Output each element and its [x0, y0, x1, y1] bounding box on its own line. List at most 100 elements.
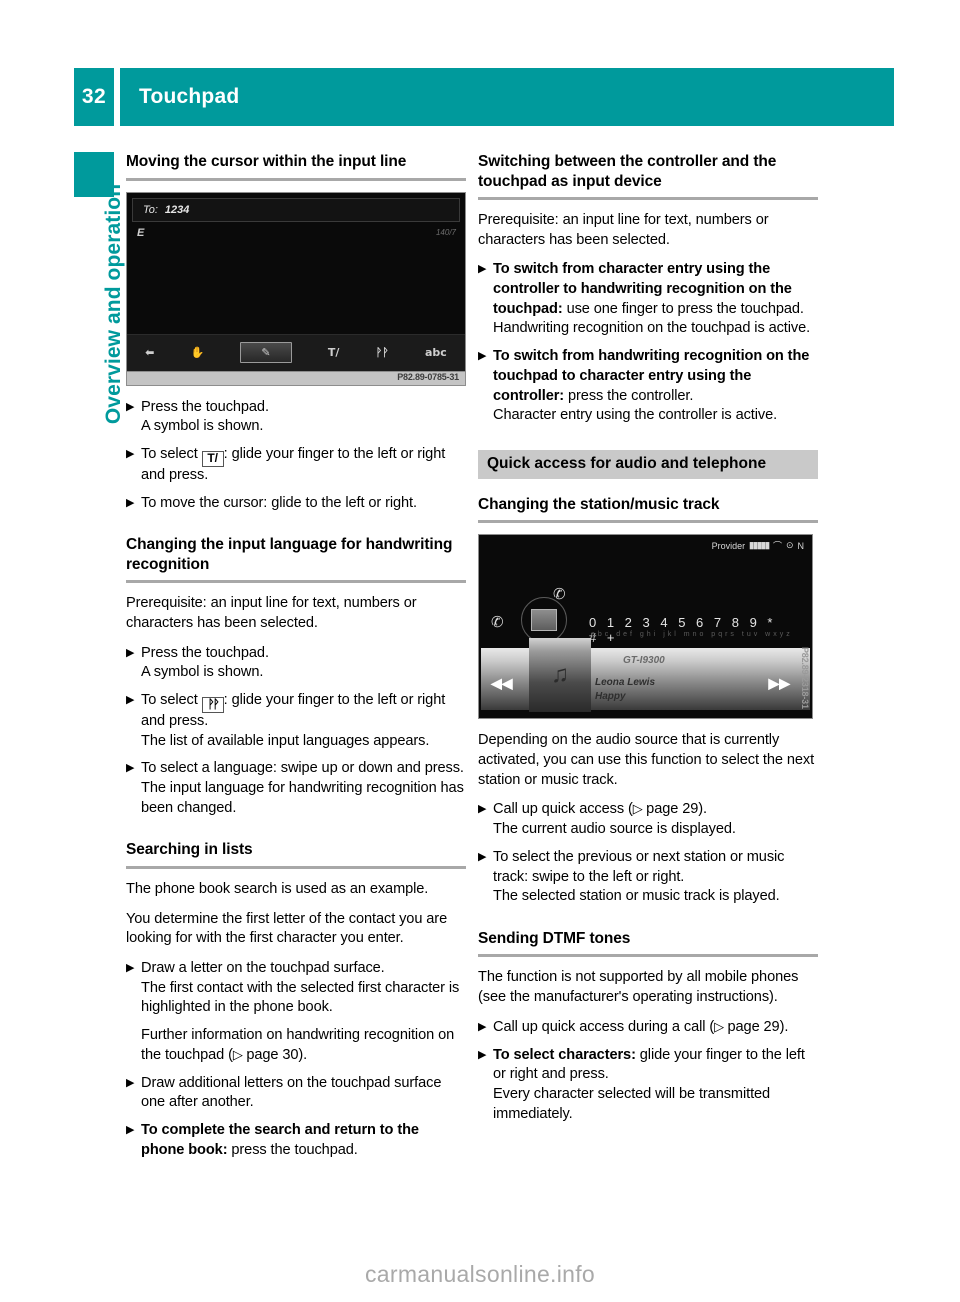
step-main: To select the previous or next station o… [493, 848, 785, 885]
step-bullet-icon: ▶ [126, 400, 135, 413]
figure-code: P82.89-0785-31 [397, 371, 459, 382]
page-ref-link[interactable]: page 29 [728, 1019, 780, 1035]
handwriting-language-icon: ᚹᚹ [375, 346, 389, 360]
mute-icon: ⊙ [785, 540, 794, 551]
step-bullet-icon: ▶ [478, 803, 487, 816]
track-label: Happy [595, 691, 626, 703]
page-title: Touchpad [139, 85, 240, 108]
section-heading-input-language: Changing the input language for handwrit… [126, 536, 453, 573]
step-rest: press the controller. [564, 387, 694, 404]
step-sub2: Further information on handwriting recog… [141, 1026, 466, 1065]
list-item: ▶ To move the cursor: glide to the left … [126, 494, 466, 514]
quick-access-banner: Quick access for audio and telephone [478, 449, 818, 479]
page-ref-link[interactable]: page 30 [246, 1047, 298, 1063]
screen-input-line: To: 1234 E 140/7 ⬅ ✋ ✎ T/ ᚹᚹ abc [126, 191, 466, 372]
step-pre: To select [141, 692, 202, 709]
step-sub: A symbol is shown. [141, 664, 264, 681]
signal-strength-icon: ▮▮▮▮▮ [749, 540, 770, 551]
list-item: ▶ Press the touchpad. A symbol is shown. [126, 644, 466, 683]
step-bold: To select characters: [493, 1046, 636, 1063]
page-ref-pre: Call up quick access during a call ( [493, 1018, 715, 1035]
chapter-tab-label: Overview and operation [102, 183, 125, 425]
left-column: Moving the cursor within the input line … [126, 152, 466, 1168]
page-ref-post: ). [698, 801, 707, 818]
intro-text: The function is not supported by all mob… [478, 969, 799, 1006]
list-item: ▶ Draw a letter on the touchpad surface.… [126, 959, 466, 1065]
step-text: To switch from character entry using the… [493, 260, 818, 339]
text-mode-glyph-icon: T/ [201, 450, 224, 467]
heading-rule [126, 177, 466, 181]
album-art-tile: ♫ [529, 638, 591, 713]
figure-quick-access: Provider ▮▮▮▮▮ ⌒ ⊙ N ✆ ✆ 0 1 2 3 4 5 6 7… [478, 534, 813, 720]
abc-icon: abc [424, 346, 447, 360]
step-bullet-icon: ▶ [126, 962, 135, 975]
list-item: ▶ To switch from character entry using t… [478, 260, 818, 339]
input-char-counter: 140/7 [435, 227, 456, 237]
input-line-label: To: [143, 203, 158, 216]
step-text: Call up quick access during a call (▷ pa… [493, 1018, 818, 1038]
intro-text-2: You determine the first letter of the co… [126, 910, 448, 947]
back-arrow-icon: ⬅ [145, 346, 155, 360]
page-ref-icon: ▷ [714, 1018, 728, 1034]
figure-code: P82.89-2318-31 [800, 646, 810, 709]
watermark: carmanualsonline.info [364, 1261, 596, 1287]
step-bullet-icon: ▶ [126, 646, 135, 659]
skip-previous-icon[interactable]: ◀◀ [491, 675, 513, 692]
page-ref-post: ). [298, 1046, 308, 1063]
music-note-icon: ♫ [551, 661, 569, 689]
input-line-value: 1234 [164, 203, 190, 216]
page-number-box: 32 [74, 68, 114, 126]
step-text: To move the cursor: glide to the left or… [141, 494, 417, 511]
screen-input-line-field: To: 1234 [132, 197, 460, 222]
step-text: Call up quick access (▷ page 29). The cur… [493, 800, 818, 839]
phone-icon: ✆ [491, 614, 504, 632]
list-item: ▶ To select the previous or next station… [478, 848, 818, 907]
heading-rule [126, 580, 466, 584]
step-bullet-icon: ▶ [478, 263, 487, 276]
figure-footer: P82.89-0785-31 [126, 371, 466, 386]
step-bullet-icon: ▶ [126, 1076, 135, 1089]
step-bullet-icon: ▶ [126, 496, 135, 509]
step-text: To select T/: glide your finger to the l… [141, 445, 466, 486]
step-sub: Character entry using the controller is … [493, 407, 778, 424]
network-type-label: N [797, 540, 805, 551]
dtmf-character-row: 0 1 2 3 4 5 6 7 8 9 * # + [589, 615, 776, 646]
step-bullet-icon: ▶ [478, 1048, 487, 1061]
step-bullet-icon: ▶ [126, 1123, 135, 1136]
step-main: Press the touchpad. [141, 398, 269, 415]
section-heading-changing-station: Changing the station/music track [478, 495, 720, 513]
step-bullet-icon: ▶ [478, 1020, 487, 1033]
step-main: To select a language: swipe up or down a… [141, 760, 464, 777]
step-bullet-icon: ▶ [126, 694, 135, 707]
section-heading-switching-input-device: Switching between the controller and the… [478, 153, 777, 190]
intro-text: Depending on the audio source that is cu… [478, 732, 815, 788]
provider-label: Provider [711, 540, 746, 551]
device-name-label: GT-I9300 [623, 655, 665, 667]
heading-rule [478, 197, 818, 201]
skip-next-icon[interactable]: ▶▶ [768, 675, 790, 692]
hand-icon: ✋ [190, 346, 205, 360]
page-title-box: Touchpad [120, 68, 894, 126]
list-item: ▶ To select ᚹᚹ: glide your finger to the… [126, 691, 466, 751]
page-header: 32 Touchpad [74, 68, 894, 126]
artist-label: Leona Lewis [595, 677, 656, 689]
list-item: ▶ Call up quick access during a call (▷ … [478, 1018, 818, 1038]
heading-rule [478, 954, 818, 958]
prerequisite-text: Prerequisite: an input line for text, nu… [478, 212, 769, 248]
step-sub: A symbol is shown. [141, 418, 264, 435]
prerequisite-text: Prerequisite: an input line for text, nu… [126, 595, 417, 631]
screen-quick-access: Provider ▮▮▮▮▮ ⌒ ⊙ N ✆ ✆ 0 1 2 3 4 5 6 7… [478, 534, 813, 720]
step-bullet-icon: ▶ [478, 350, 487, 363]
page-ref-icon: ▷ [232, 1046, 247, 1062]
step-bullet-icon: ▶ [478, 850, 487, 863]
dtmf-letters-row: abc def ghi jkl mno pqrs tuv wxyz [591, 631, 793, 639]
step-text: To select ᚹᚹ: glide your finger to the l… [141, 691, 466, 751]
list-item: ▶ To switch from handwriting recognition… [478, 347, 818, 426]
step-sub: Every character selected will be transmi… [493, 1085, 771, 1122]
page-ref-link[interactable]: page 29 [646, 801, 698, 817]
step-sub: Handwriting recognition on the touchpad … [493, 320, 811, 337]
input-cursor-char: E [137, 226, 145, 239]
step-text: To switch from handwriting recognition o… [493, 347, 818, 426]
call-handset-icon: ⌒ [772, 541, 782, 552]
step-rest: press the touchpad. [227, 1141, 358, 1158]
